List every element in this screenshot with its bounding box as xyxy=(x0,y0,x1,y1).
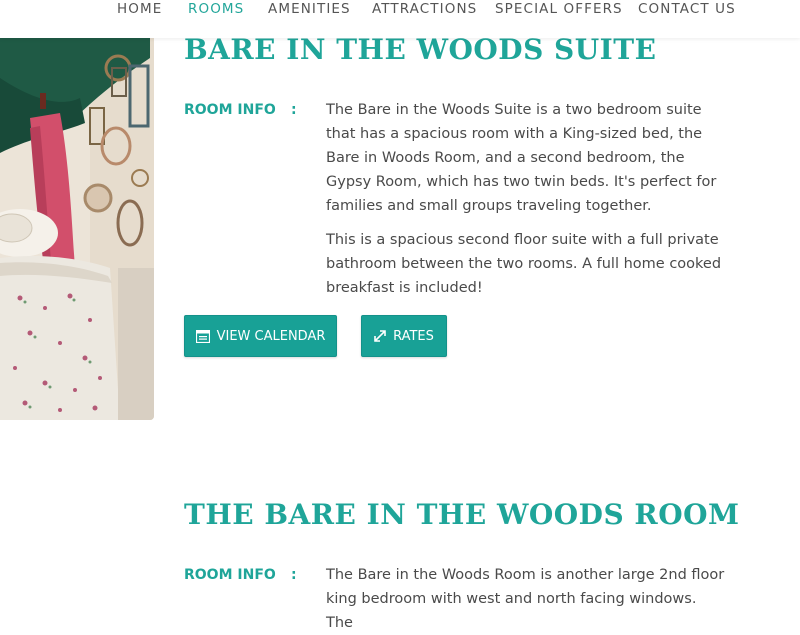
rates-label: RATES xyxy=(393,328,434,344)
nav-item-home[interactable]: HOME xyxy=(117,1,162,17)
room-info-colon: : xyxy=(291,102,297,118)
room-description: This is a spacious second floor suite wi… xyxy=(326,232,722,296)
expand-icon xyxy=(374,330,386,342)
bedroom-image xyxy=(0,38,154,420)
nav-item-contact-us[interactable]: CONTACT US xyxy=(638,1,736,17)
view-calendar-button[interactable]: VIEW CALENDAR xyxy=(184,315,337,357)
room-info-label: ROOM INFO xyxy=(184,102,276,118)
nav-item-amenities[interactable]: AMENITIES xyxy=(268,1,351,17)
rates-button[interactable]: RATES xyxy=(361,315,447,357)
room-description: The Bare in the Woods Suite is a two bed… xyxy=(326,102,717,214)
room-description: The Bare in the Woods Room is another la… xyxy=(326,567,725,631)
room-photo xyxy=(0,38,154,420)
top-navigation: HOME ROOMS AMENITIES ATTRACTIONS SPECIAL… xyxy=(0,0,800,38)
nav-item-rooms[interactable]: ROOMS xyxy=(188,1,244,17)
calendar-icon xyxy=(195,329,210,343)
room-info-colon: : xyxy=(291,567,297,583)
nav-item-special-offers[interactable]: SPECIAL OFFERS xyxy=(495,1,623,17)
nav-item-attractions[interactable]: ATTRACTIONS xyxy=(372,1,477,17)
room-title: THE BARE IN THE WOODS ROOM xyxy=(184,498,740,531)
view-calendar-label: VIEW CALENDAR xyxy=(216,328,326,344)
room-info-label: ROOM INFO xyxy=(184,567,276,583)
